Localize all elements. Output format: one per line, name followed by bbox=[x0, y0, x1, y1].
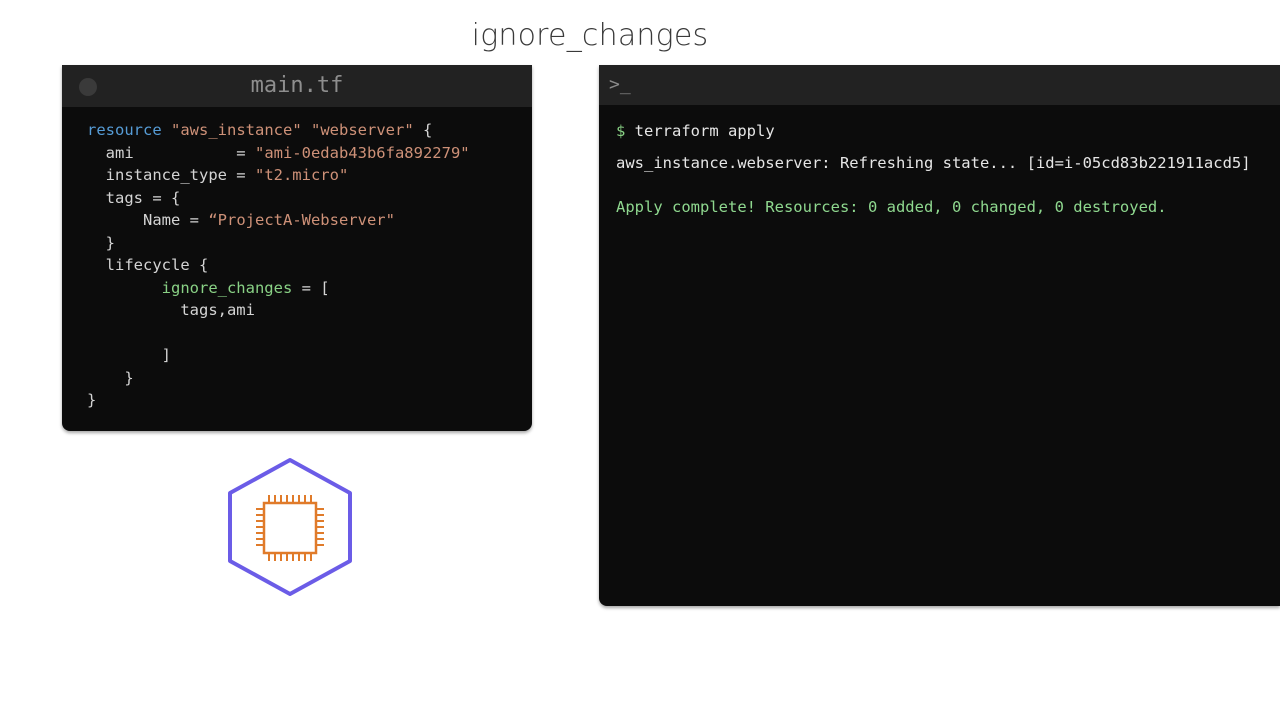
terminal-output[interactable]: $ terraform apply aws_instance.webserver… bbox=[616, 120, 1260, 219]
code-line: resource "aws_instance" "webserver" { bbox=[87, 119, 470, 142]
code-editor-window: main.tf resource "aws_instance" "webserv… bbox=[62, 65, 532, 431]
code-content: resource "aws_instance" "webserver" { am… bbox=[87, 119, 470, 412]
code-line: ami = "ami-0edab43b6fa892279" bbox=[87, 142, 470, 165]
terminal-title-bar: >_ bbox=[599, 65, 1280, 105]
code-line: lifecycle { bbox=[87, 256, 209, 274]
code-text: instance_type = bbox=[87, 166, 255, 184]
code-text: ami = bbox=[87, 143, 255, 162]
code-line: tags,ami bbox=[87, 301, 255, 319]
code-line: ignore_changes = [ bbox=[87, 277, 470, 300]
shell-prompt: $ bbox=[616, 122, 626, 140]
code-string: "aws_instance" bbox=[171, 121, 302, 139]
code-text: Name = bbox=[87, 211, 209, 229]
code-text: = [ bbox=[292, 278, 330, 297]
code-keyword: resource bbox=[87, 121, 162, 139]
terminal-command-line: $ terraform apply bbox=[616, 120, 1260, 143]
code-string: "webserver" bbox=[311, 121, 414, 139]
ec2-hexagon-icon bbox=[228, 458, 352, 596]
editor-filename: main.tf bbox=[250, 73, 344, 98]
code-text: { bbox=[413, 121, 433, 139]
code-string: “ProjectA-Webserver" bbox=[208, 211, 395, 229]
terminal-prompt-icon: >_ bbox=[609, 74, 631, 95]
code-string: "ami-0edab43b6fa892279" bbox=[254, 143, 470, 162]
code-line: Name = “ProjectA-Webserver" bbox=[87, 209, 470, 232]
terminal-apply-complete: Apply complete! Resources: 0 added, 0 ch… bbox=[616, 198, 1167, 216]
code-line: ] bbox=[87, 346, 171, 364]
terminal-command: terraform apply bbox=[625, 122, 775, 140]
slide-title: ignore_changes bbox=[471, 18, 709, 53]
terminal-refresh-line: aws_instance.webserver: Refreshing state… bbox=[616, 154, 1251, 172]
editor-title-bar: main.tf bbox=[62, 65, 532, 107]
code-line: tags = { bbox=[87, 188, 181, 207]
code-string: "t2.micro" bbox=[254, 166, 349, 184]
terminal-window: >_ $ terraform apply aws_instance.webser… bbox=[599, 65, 1280, 606]
code-line: } bbox=[87, 368, 134, 387]
ec2-instance-chip-icon bbox=[224, 456, 356, 598]
code-line: } bbox=[87, 233, 115, 252]
code-line: } bbox=[87, 391, 97, 409]
code-line: instance_type = "t2.micro" bbox=[87, 164, 470, 187]
code-attribute: ignore_changes bbox=[161, 278, 293, 297]
